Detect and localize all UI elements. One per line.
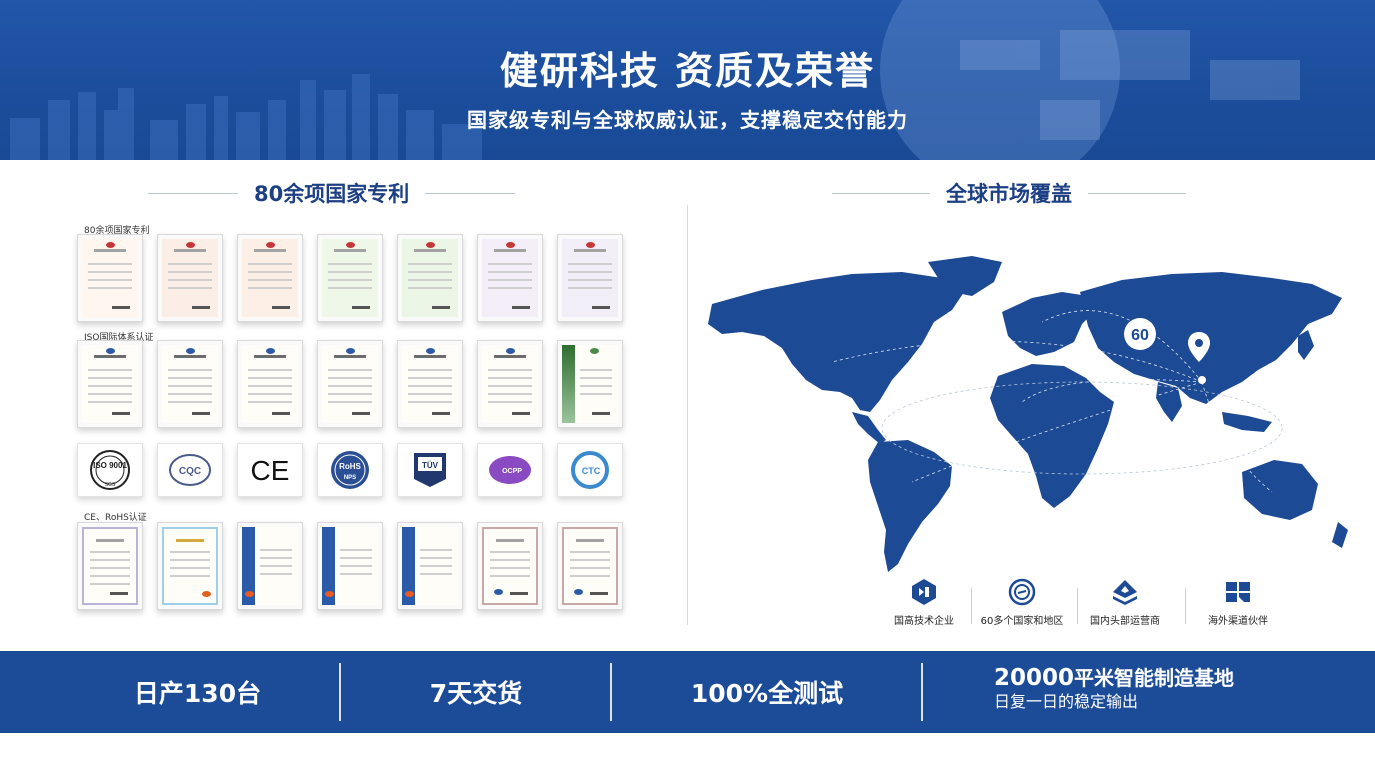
heading-rule-right xyxy=(1088,192,1186,194)
heading-rule-right xyxy=(425,192,516,194)
rohs-logo: RoHS NPS xyxy=(317,443,383,497)
ce-certificate xyxy=(477,522,543,610)
central-america-shape xyxy=(852,412,886,444)
patent-certificate xyxy=(157,234,223,322)
heading-rule-left xyxy=(148,192,238,194)
japan-shape xyxy=(1298,330,1314,360)
europe-shape xyxy=(1002,292,1094,356)
ce-certificate xyxy=(237,522,303,610)
cqc-logo: CQC xyxy=(157,443,223,497)
north-america-shape xyxy=(708,272,964,412)
heading-rule-left xyxy=(832,192,930,194)
patent-certificates-row xyxy=(77,234,623,322)
svg-text:CTC: CTC xyxy=(582,466,601,476)
stat-delivery: 7天交货 xyxy=(429,679,523,708)
stat-separator xyxy=(610,663,612,721)
stat-factory-title: 20000平米智能制造基地 xyxy=(994,664,1234,692)
stat-separator xyxy=(921,663,923,721)
header-banner: 健研科技 资质及荣誉 国家级专利与全球权威认证，支撑稳定交付能力 xyxy=(0,0,1375,160)
iso-certificate xyxy=(317,340,383,428)
ce-logo: CE xyxy=(237,443,303,497)
svg-text:OCPP: OCPP xyxy=(502,468,522,475)
country-count-badge-text: 60 xyxy=(1131,327,1149,344)
new-zealand-shape xyxy=(1332,522,1348,548)
certification-logos-row: ISO 9001 SGS CQC CE RoHS NPS TÜV OCPP CTC xyxy=(77,443,623,497)
iso-certificate xyxy=(157,340,223,428)
ctc-logo: CTC xyxy=(557,443,623,497)
feature-label: 国内头部运营商 xyxy=(1090,616,1160,627)
ce-certificate xyxy=(77,522,143,610)
page-title: 健研科技 资质及荣誉 xyxy=(499,48,876,93)
svg-text:RoHS: RoHS xyxy=(339,462,361,471)
world-map: 60 xyxy=(708,256,1348,572)
patent-certificate xyxy=(317,234,383,322)
stat-factory-subtitle: 日复一日的稳定输出 xyxy=(994,692,1139,711)
partner-blocks-icon xyxy=(1224,578,1252,606)
stat-daily-output: 日产130台 xyxy=(133,679,262,708)
patents-section-heading: 80余项国家专利 xyxy=(148,176,540,210)
iso-certificate xyxy=(477,340,543,428)
iso-9001-logo: ISO 9001 SGS xyxy=(77,443,143,497)
market-features: 国高技术企业 60多个国家和地区 国内头部运营商 海外渠道伙伴 xyxy=(887,578,1307,630)
tuv-logo: TÜV xyxy=(397,443,463,497)
ocpp-logo: OCPP xyxy=(477,443,543,497)
stat-factory-number: 20000 xyxy=(994,665,1075,691)
svg-text:NPS: NPS xyxy=(344,475,356,481)
svg-text:CE: CE xyxy=(251,455,290,486)
svg-text:ISO 9001: ISO 9001 xyxy=(93,461,127,470)
patent-certificate xyxy=(477,234,543,322)
feature-label: 海外渠道伙伴 xyxy=(1208,616,1268,627)
globe-seal-icon xyxy=(1008,578,1036,606)
stat-separator xyxy=(339,663,341,721)
market-section-title: 全球市场覆盖 xyxy=(946,182,1072,206)
patent-certificate xyxy=(397,234,463,322)
hightech-badge-icon xyxy=(910,578,938,606)
iso-certificates-row xyxy=(77,340,623,428)
iso-certificate xyxy=(397,340,463,428)
south-america-shape xyxy=(868,440,952,572)
iso-certificate xyxy=(557,340,623,428)
iso-certificate xyxy=(77,340,143,428)
stat-factory-unit: 平米智能制造基地 xyxy=(1074,666,1235,690)
ce-certificate xyxy=(157,522,223,610)
stat-factory: 20000平米智能制造基地 日复一日的稳定输出 xyxy=(994,664,1234,712)
hub-dot xyxy=(1198,376,1206,384)
patent-certificate xyxy=(237,234,303,322)
section-divider xyxy=(687,205,688,625)
southeast-asia-shape xyxy=(1222,412,1272,432)
ce-certificate xyxy=(397,522,463,610)
patent-certificate xyxy=(77,234,143,322)
footer-strip xyxy=(0,733,1375,772)
page-subtitle: 国家级专利与全球权威认证，支撑稳定交付能力 xyxy=(467,108,908,132)
ce-certificates-row xyxy=(77,522,623,610)
feature-label: 60多个国家和地区 xyxy=(980,616,1064,627)
ce-certificate xyxy=(557,522,623,610)
stat-testing: 100%全测试 xyxy=(690,679,844,708)
layers-icon xyxy=(1111,578,1139,606)
feature-separator xyxy=(1185,588,1186,624)
patent-certificate xyxy=(557,234,623,322)
svg-text:TÜV: TÜV xyxy=(422,461,439,470)
feature-separator xyxy=(971,588,972,624)
svg-text:SGS: SGS xyxy=(105,482,116,488)
australia-shape xyxy=(1242,460,1318,520)
iso-certificate xyxy=(237,340,303,428)
feature-countries: 60多个国家和地区 xyxy=(977,578,1067,627)
feature-overseas: 海外渠道伙伴 xyxy=(1193,578,1283,627)
market-section-heading: 全球市场覆盖 xyxy=(832,176,1218,210)
feature-high-tech: 国高技术企业 xyxy=(879,578,969,627)
ce-certificate xyxy=(317,522,383,610)
patents-section-title: 80余项国家专利 xyxy=(254,182,410,206)
feature-operators: 国内头部运营商 xyxy=(1080,578,1170,627)
svg-text:CQC: CQC xyxy=(179,466,201,477)
feature-label: 国高技术企业 xyxy=(894,616,954,627)
feature-separator xyxy=(1077,588,1078,624)
